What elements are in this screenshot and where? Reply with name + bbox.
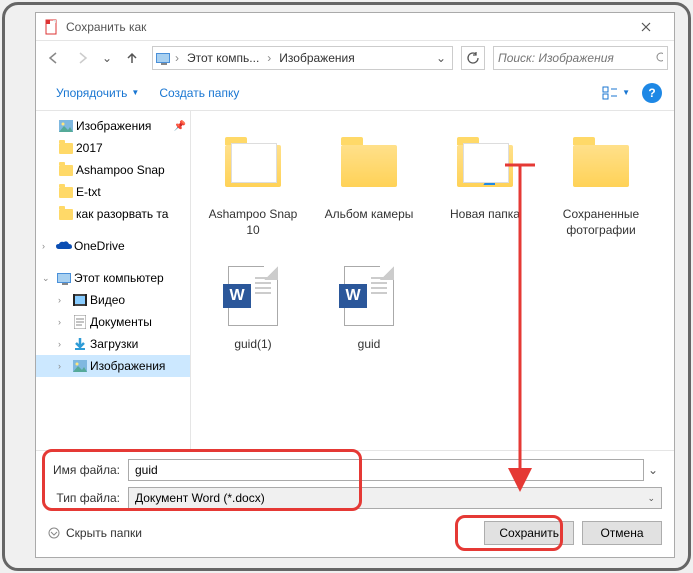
folder-icon — [218, 131, 288, 201]
chevron-down-icon: ▼ — [131, 88, 139, 97]
tree-item-images[interactable]: ›Изображения — [36, 355, 190, 377]
forward-button[interactable] — [70, 46, 94, 70]
save-button[interactable]: Сохранить — [484, 521, 574, 545]
picture-icon — [58, 118, 74, 134]
chevron-right-icon: › — [173, 51, 181, 65]
chevron-right-icon[interactable]: › — [58, 317, 70, 327]
titlebar: Сохранить как — [36, 13, 674, 41]
file-item-folder[interactable]: Альбом камеры — [315, 127, 423, 257]
folder-icon — [566, 131, 636, 201]
chevron-down-icon[interactable]: ⌄ — [432, 51, 450, 65]
refresh-button[interactable] — [461, 46, 485, 70]
video-icon — [72, 292, 88, 308]
tree-item-pictures[interactable]: Изображения📌 — [36, 115, 190, 137]
chevron-down-icon: ⌄ — [102, 51, 112, 65]
arrow-up-icon — [125, 51, 139, 65]
back-button[interactable] — [42, 46, 66, 70]
word-icon: W — [218, 261, 288, 331]
breadcrumb[interactable]: › Этот компь... › Изображения ⌄ — [152, 46, 453, 70]
tree-item-downloads[interactable]: ›Загрузки — [36, 333, 190, 355]
search-box[interactable] — [493, 46, 668, 70]
tree-item-thispc[interactable]: ⌄Этот компьютер — [36, 267, 190, 289]
arrow-right-icon — [75, 51, 89, 65]
folder-tree[interactable]: Изображения📌 2017 Ashampoo Snap E-txt ка… — [36, 111, 191, 450]
close-button[interactable] — [626, 14, 666, 40]
app-icon — [44, 19, 60, 35]
save-as-dialog: Сохранить как ⌄ › Этот компь... › Изобра… — [35, 12, 675, 558]
file-item-folder[interactable]: Ashampoo Snap 10 — [199, 127, 307, 257]
navigation-row: ⌄ › Этот компь... › Изображения ⌄ — [36, 41, 674, 75]
word-icon: W — [334, 261, 404, 331]
chevron-down-icon: ▼ — [622, 88, 630, 97]
folder-icon — [58, 184, 74, 200]
tree-item-docs[interactable]: ›Документы — [36, 311, 190, 333]
history-dropdown[interactable]: ⌄ — [98, 46, 116, 70]
title-text: Сохранить как — [66, 20, 626, 34]
folder-icon — [58, 206, 74, 222]
onedrive-icon — [56, 238, 72, 254]
filename-input[interactable] — [128, 459, 644, 481]
help-icon: ? — [648, 86, 655, 100]
folder-icon — [334, 131, 404, 201]
chevron-down-icon — [48, 527, 60, 539]
chevron-right-icon: › — [265, 51, 273, 65]
breadcrumb-part[interactable]: Этот компь... — [183, 51, 263, 65]
hide-folders-button[interactable]: Скрыть папки — [48, 526, 142, 540]
close-icon — [641, 22, 651, 32]
breadcrumb-part[interactable]: Изображения — [275, 51, 358, 65]
new-folder-button[interactable]: Создать папку — [151, 82, 247, 104]
toolbar: Упорядочить▼ Создать папку ▼ ? — [36, 75, 674, 111]
search-input[interactable] — [498, 51, 655, 65]
bottom-panel: Имя файла: ⌄ Тип файла: Документ Word (*… — [36, 450, 674, 557]
organize-button[interactable]: Упорядочить▼ — [48, 82, 147, 104]
search-icon — [655, 51, 663, 65]
tree-item-onedrive[interactable]: ›OneDrive — [36, 235, 190, 257]
file-item-document[interactable]: W guid — [315, 257, 423, 387]
filename-row: Имя файла: ⌄ — [48, 459, 662, 481]
file-item-document[interactable]: W guid(1) — [199, 257, 307, 387]
view-options-button[interactable]: ▼ — [594, 82, 638, 104]
cancel-button[interactable]: Отмена — [582, 521, 662, 545]
tree-item-2017[interactable]: 2017 — [36, 137, 190, 159]
download-icon — [72, 336, 88, 352]
filetype-combo[interactable]: Документ Word (*.docx) ⌄ — [128, 487, 662, 509]
chevron-down-icon: ⌄ — [647, 493, 655, 504]
monitor-icon — [56, 270, 72, 286]
picture-icon — [72, 358, 88, 374]
tree-item-etxt[interactable]: E-txt — [36, 181, 190, 203]
chevron-right-icon[interactable]: › — [58, 295, 70, 305]
chevron-right-icon[interactable]: › — [58, 361, 70, 371]
action-row: Скрыть папки Сохранить Отмена — [48, 521, 662, 545]
folder-icon — [58, 162, 74, 178]
filename-label: Имя файла: — [48, 463, 128, 477]
filetype-label: Тип файла: — [48, 491, 128, 505]
tree-item-video[interactable]: ›Видео — [36, 289, 190, 311]
content-area: Изображения📌 2017 Ashampoo Snap E-txt ка… — [36, 111, 674, 450]
document-icon — [72, 314, 88, 330]
filetype-row: Тип файла: Документ Word (*.docx) ⌄ — [48, 487, 662, 509]
tree-item-ashampoo[interactable]: Ashampoo Snap — [36, 159, 190, 181]
filename-dropdown[interactable]: ⌄ — [644, 463, 662, 477]
chevron-down-icon[interactable]: ⌄ — [42, 273, 54, 284]
folder-icon — [450, 131, 520, 201]
view-icon — [602, 86, 618, 100]
refresh-icon — [466, 51, 480, 65]
chevron-right-icon[interactable]: › — [42, 241, 54, 251]
tree-item-razor[interactable]: как разорвать та — [36, 203, 190, 225]
file-item-folder[interactable]: Новая папка — [431, 127, 539, 257]
pin-icon: 📌 — [174, 121, 186, 132]
file-item-folder[interactable]: Сохраненные фотографии — [547, 127, 655, 257]
help-button[interactable]: ? — [642, 83, 662, 103]
up-button[interactable] — [120, 46, 144, 70]
arrow-left-icon — [47, 51, 61, 65]
chevron-right-icon[interactable]: › — [58, 339, 70, 349]
file-list[interactable]: Ashampoo Snap 10 Альбом камеры Новая пап… — [191, 111, 674, 450]
monitor-icon — [155, 50, 171, 66]
folder-icon — [58, 140, 74, 156]
